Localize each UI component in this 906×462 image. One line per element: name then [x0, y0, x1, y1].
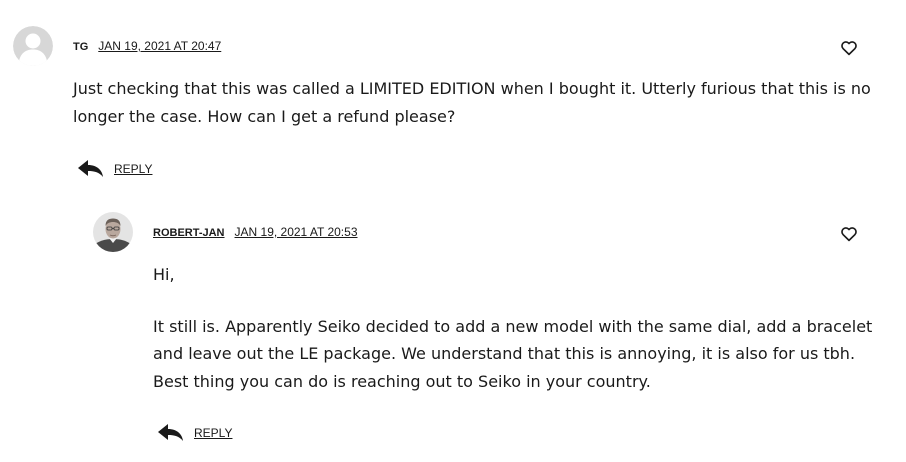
- reply-label: REPLY: [194, 426, 233, 440]
- reply-arrow-icon: [78, 160, 103, 177]
- comment-author: TG: [73, 41, 89, 53]
- default-avatar-icon: [13, 26, 53, 66]
- reply-arrow-icon: [158, 424, 183, 441]
- comment-date-link[interactable]: JAN 19, 2021 AT 20:53: [235, 225, 358, 239]
- comment-meta: TG JAN 19, 2021 AT 20:47: [73, 39, 221, 53]
- comment-text: Just checking that this was called a LIM…: [73, 79, 871, 126]
- comment-author-link[interactable]: ROBERT-JAN: [153, 227, 225, 239]
- avatar: [13, 26, 53, 66]
- heart-icon: [841, 227, 857, 242]
- comment-body: Hi, It still is. Apparently Seiko decide…: [153, 261, 888, 395]
- comment-paragraph: Hi,: [153, 265, 175, 284]
- comment: TG JAN 19, 2021 AT 20:47 Just checking t…: [0, 0, 906, 200]
- avatar: [93, 212, 133, 252]
- like-button[interactable]: [840, 225, 858, 243]
- comment-body: Just checking that this was called a LIM…: [73, 75, 888, 130]
- author-photo: [93, 212, 133, 252]
- comment-paragraph: It still is. Apparently Seiko decided to…: [153, 316, 873, 391]
- comment-reply: ROBERT-JAN JAN 19, 2021 AT 20:53 Hi, It …: [0, 200, 906, 462]
- comment-meta: ROBERT-JAN JAN 19, 2021 AT 20:53: [153, 225, 358, 239]
- like-button[interactable]: [840, 39, 858, 57]
- reply-label: REPLY: [114, 162, 153, 176]
- reply-button[interactable]: REPLY: [77, 159, 152, 179]
- heart-icon: [841, 41, 857, 56]
- comment-date-link[interactable]: JAN 19, 2021 AT 20:47: [98, 39, 221, 53]
- reply-button[interactable]: REPLY: [157, 423, 232, 443]
